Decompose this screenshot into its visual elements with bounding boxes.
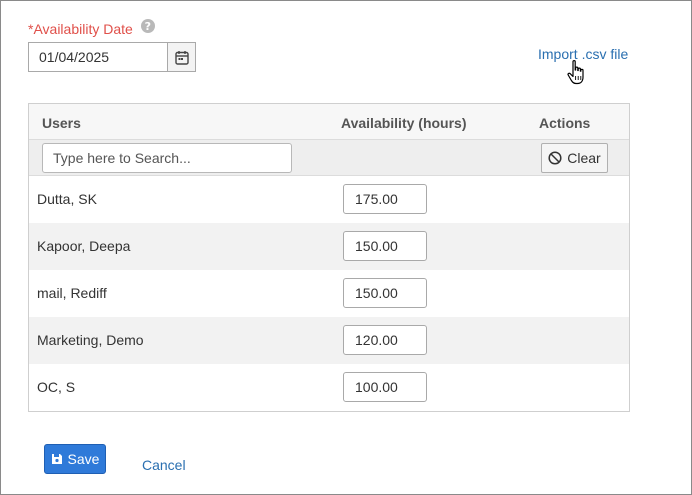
user-name: Kapoor, Deepa	[37, 238, 131, 254]
question-circle-icon[interactable]: ?	[140, 19, 155, 33]
availability-date-input[interactable]	[28, 42, 167, 72]
column-header-actions: Actions	[539, 115, 591, 131]
floppy-disk-icon	[51, 454, 62, 464]
calendar-button[interactable]	[167, 42, 196, 72]
availability-date-label: *Availability Date ?	[28, 19, 155, 37]
search-input[interactable]	[42, 143, 292, 173]
clear-button[interactable]: Clear	[541, 143, 608, 173]
save-button-label: Save	[67, 451, 100, 467]
table-row: Dutta, SK	[29, 176, 629, 223]
availability-grid: Users Availability (hours) Actions Clear…	[28, 103, 630, 412]
user-name: mail, Rediff	[37, 285, 107, 301]
user-name: Dutta, SK	[37, 191, 97, 207]
date-picker	[28, 42, 196, 72]
table-row: Kapoor, Deepa	[29, 223, 629, 270]
column-header-availability[interactable]: Availability (hours)	[341, 115, 467, 131]
availability-date-label-text: *Availability Date	[28, 21, 133, 37]
hours-input[interactable]	[343, 278, 427, 308]
save-button[interactable]: Save	[44, 444, 106, 474]
cancel-link[interactable]: Cancel	[142, 457, 186, 473]
table-row: Marketing, Demo	[29, 317, 629, 364]
hours-input[interactable]	[343, 184, 427, 214]
hours-input[interactable]	[343, 325, 427, 355]
grid-filter-row: Clear	[29, 140, 629, 176]
table-row: mail, Rediff	[29, 270, 629, 317]
column-header-users[interactable]: Users	[42, 115, 81, 131]
user-name: Marketing, Demo	[37, 332, 144, 348]
ban-icon	[548, 151, 562, 165]
calendar-icon	[174, 50, 189, 65]
hours-input[interactable]	[343, 231, 427, 261]
grid-header: Users Availability (hours) Actions	[29, 104, 629, 140]
table-row: OC, S	[29, 364, 629, 411]
user-name: OC, S	[37, 379, 76, 395]
hours-input[interactable]	[343, 372, 427, 402]
availability-form: *Availability Date ? Import .csv file Us…	[0, 0, 692, 495]
clear-button-label: Clear	[567, 150, 601, 166]
hand-pointer-cursor	[567, 60, 584, 85]
